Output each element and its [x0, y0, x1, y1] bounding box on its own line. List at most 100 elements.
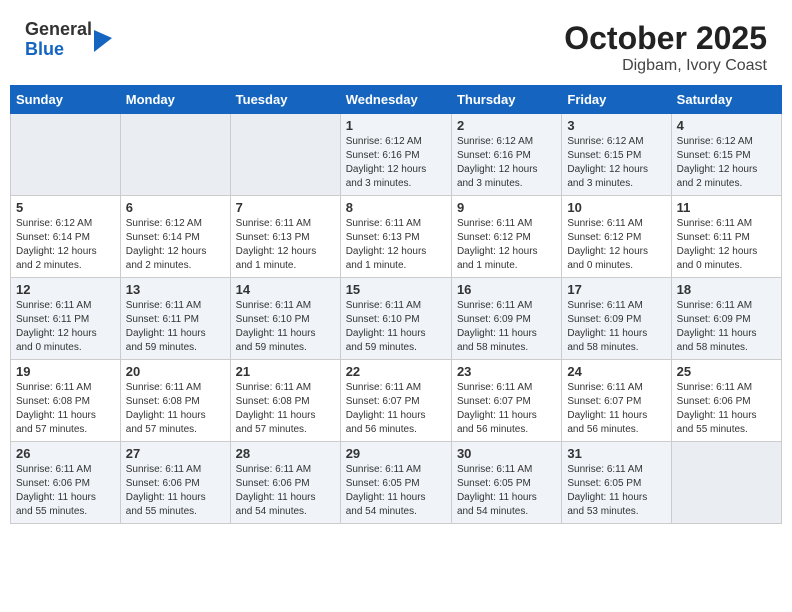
- day-number: 15: [346, 282, 446, 297]
- day-number: 23: [457, 364, 556, 379]
- day-info: Sunrise: 6:11 AM Sunset: 6:07 PM Dayligh…: [346, 381, 446, 437]
- calendar-week-row: 12 Sunrise: 6:11 AM Sunset: 6:11 PM Dayli…: [11, 278, 782, 360]
- calendar-day-cell: 22 Sunrise: 6:11 AM Sunset: 6:07 PM Dayli…: [340, 360, 451, 442]
- calendar-day-cell: 2Sunrise: 6:12 AM Sunset: 6:16 PM Daylig…: [451, 114, 561, 196]
- calendar-day-cell: 8Sunrise: 6:11 AM Sunset: 6:13 PM Daylig…: [340, 196, 451, 278]
- logo-text: General Blue: [25, 20, 92, 60]
- calendar-day-cell: 29 Sunrise: 6:11 AM Sunset: 6:05 PM Dayli…: [340, 442, 451, 524]
- day-info: Sunrise: 6:12 AM Sunset: 6:15 PM Dayligh…: [677, 135, 776, 191]
- weekday-header-monday: Monday: [120, 86, 230, 114]
- logo-blue: Blue: [25, 40, 92, 60]
- day-number: 12: [16, 282, 115, 297]
- weekday-header-friday: Friday: [562, 86, 671, 114]
- calendar-day-cell: 9Sunrise: 6:11 AM Sunset: 6:12 PM Daylig…: [451, 196, 561, 278]
- day-info: Sunrise: 6:11 AM Sunset: 6:08 PM Dayligh…: [126, 381, 225, 437]
- day-number: 13: [126, 282, 225, 297]
- weekday-header-wednesday: Wednesday: [340, 86, 451, 114]
- logo: General Blue: [25, 20, 112, 60]
- day-info: Sunrise: 6:11 AM Sunset: 6:09 PM Dayligh…: [677, 299, 776, 355]
- title-block: October 2025 Digbam, Ivory Coast: [564, 20, 767, 75]
- day-number: 3: [567, 118, 665, 133]
- day-info: Sunrise: 6:11 AM Sunset: 6:08 PM Dayligh…: [236, 381, 335, 437]
- calendar-day-cell: 5Sunrise: 6:12 AM Sunset: 6:14 PM Daylig…: [11, 196, 121, 278]
- calendar-day-cell: [230, 114, 340, 196]
- day-number: 27: [126, 446, 225, 461]
- day-number: 8: [346, 200, 446, 215]
- day-info: Sunrise: 6:11 AM Sunset: 6:10 PM Dayligh…: [346, 299, 446, 355]
- calendar-day-cell: [11, 114, 121, 196]
- day-number: 20: [126, 364, 225, 379]
- day-number: 5: [16, 200, 115, 215]
- day-info: Sunrise: 6:11 AM Sunset: 6:08 PM Dayligh…: [16, 381, 115, 437]
- weekday-header-row: SundayMondayTuesdayWednesdayThursdayFrid…: [11, 86, 782, 114]
- day-number: 22: [346, 364, 446, 379]
- calendar-table: SundayMondayTuesdayWednesdayThursdayFrid…: [10, 85, 782, 524]
- day-info: Sunrise: 6:11 AM Sunset: 6:06 PM Dayligh…: [236, 463, 335, 519]
- day-number: 21: [236, 364, 335, 379]
- day-number: 10: [567, 200, 665, 215]
- calendar-day-cell: 1 Sunrise: 6:12 AM Sunset: 6:16 PM Daylig…: [340, 114, 451, 196]
- calendar-day-cell: 25 Sunrise: 6:11 AM Sunset: 6:06 PM Dayli…: [671, 360, 781, 442]
- day-number: 19: [16, 364, 115, 379]
- calendar-day-cell: [120, 114, 230, 196]
- day-info: Sunrise: 6:12 AM Sunset: 6:16 PM Dayligh…: [346, 135, 446, 191]
- month-year-title: October 2025: [564, 20, 767, 57]
- day-number: 16: [457, 282, 556, 297]
- day-number: 31: [567, 446, 665, 461]
- calendar-day-cell: 20 Sunrise: 6:11 AM Sunset: 6:08 PM Dayli…: [120, 360, 230, 442]
- day-number: 7: [236, 200, 335, 215]
- calendar-day-cell: 12Sunrise: 6:11 AM Sunset: 6:11 PM Dayli…: [11, 278, 121, 360]
- day-info: Sunrise: 6:11 AM Sunset: 6:05 PM Dayligh…: [346, 463, 446, 519]
- day-number: 30: [457, 446, 556, 461]
- day-number: 4: [677, 118, 776, 133]
- calendar-day-cell: 31 Sunrise: 6:11 AM Sunset: 6:05 PM Dayli…: [562, 442, 671, 524]
- day-info: Sunrise: 6:11 AM Sunset: 6:10 PM Dayligh…: [236, 299, 335, 355]
- day-info: Sunrise: 6:11 AM Sunset: 6:09 PM Dayligh…: [567, 299, 665, 355]
- day-number: 18: [677, 282, 776, 297]
- calendar-day-cell: 4 Sunrise: 6:12 AM Sunset: 6:15 PM Daylig…: [671, 114, 781, 196]
- day-info: Sunrise: 6:11 AM Sunset: 6:07 PM Dayligh…: [457, 381, 556, 437]
- day-info: Sunrise: 6:11 AM Sunset: 6:12 PM Dayligh…: [457, 217, 556, 273]
- calendar-week-row: 19 Sunrise: 6:11 AM Sunset: 6:08 PM Dayli…: [11, 360, 782, 442]
- day-info: Sunrise: 6:12 AM Sunset: 6:15 PM Dayligh…: [567, 135, 665, 191]
- calendar-day-cell: [671, 442, 781, 524]
- day-info: Sunrise: 6:12 AM Sunset: 6:16 PM Dayligh…: [457, 135, 556, 191]
- location-subtitle: Digbam, Ivory Coast: [564, 57, 767, 75]
- calendar-week-row: 26 Sunrise: 6:11 AM Sunset: 6:06 PM Dayli…: [11, 442, 782, 524]
- calendar-week-row: 1 Sunrise: 6:12 AM Sunset: 6:16 PM Daylig…: [11, 114, 782, 196]
- day-number: 26: [16, 446, 115, 461]
- day-number: 14: [236, 282, 335, 297]
- day-number: 1: [346, 118, 446, 133]
- calendar-day-cell: 30 Sunrise: 6:11 AM Sunset: 6:05 PM Dayli…: [451, 442, 561, 524]
- day-number: 25: [677, 364, 776, 379]
- calendar-day-cell: 27 Sunrise: 6:11 AM Sunset: 6:06 PM Dayli…: [120, 442, 230, 524]
- weekday-header-tuesday: Tuesday: [230, 86, 340, 114]
- day-number: 29: [346, 446, 446, 461]
- day-info: Sunrise: 6:11 AM Sunset: 6:07 PM Dayligh…: [567, 381, 665, 437]
- calendar-week-row: 5 Sunrise: 6:12 AM Sunset: 6:14 PM Daylig…: [11, 196, 782, 278]
- page-header: General Blue October 2025 Digbam, Ivory …: [10, 10, 782, 80]
- calendar-day-cell: 14 Sunrise: 6:11 AM Sunset: 6:10 PM Dayli…: [230, 278, 340, 360]
- day-info: Sunrise: 6:11 AM Sunset: 6:12 PM Dayligh…: [567, 217, 665, 273]
- calendar-day-cell: 13 Sunrise: 6:11 AM Sunset: 6:11 PM Dayli…: [120, 278, 230, 360]
- logo-icon: [94, 30, 112, 52]
- calendar-day-cell: 10 Sunrise: 6:11 AM Sunset: 6:12 PM Dayli…: [562, 196, 671, 278]
- calendar-day-cell: 11Sunrise: 6:11 AM Sunset: 6:11 PM Dayli…: [671, 196, 781, 278]
- day-info: Sunrise: 6:12 AM Sunset: 6:14 PM Dayligh…: [126, 217, 225, 273]
- day-number: 28: [236, 446, 335, 461]
- calendar-day-cell: 23 Sunrise: 6:11 AM Sunset: 6:07 PM Dayli…: [451, 360, 561, 442]
- day-info: Sunrise: 6:11 AM Sunset: 6:06 PM Dayligh…: [677, 381, 776, 437]
- day-info: Sunrise: 6:11 AM Sunset: 6:09 PM Dayligh…: [457, 299, 556, 355]
- day-info: Sunrise: 6:11 AM Sunset: 6:05 PM Dayligh…: [567, 463, 665, 519]
- calendar-day-cell: 15 Sunrise: 6:11 AM Sunset: 6:10 PM Dayli…: [340, 278, 451, 360]
- weekday-header-thursday: Thursday: [451, 86, 561, 114]
- calendar-day-cell: 7Sunrise: 6:11 AM Sunset: 6:13 PM Daylig…: [230, 196, 340, 278]
- calendar-day-cell: 3 Sunrise: 6:12 AM Sunset: 6:15 PM Daylig…: [562, 114, 671, 196]
- calendar-day-cell: 24Sunrise: 6:11 AM Sunset: 6:07 PM Dayli…: [562, 360, 671, 442]
- day-number: 6: [126, 200, 225, 215]
- day-info: Sunrise: 6:11 AM Sunset: 6:11 PM Dayligh…: [126, 299, 225, 355]
- day-info: Sunrise: 6:11 AM Sunset: 6:05 PM Dayligh…: [457, 463, 556, 519]
- logo-general: General: [25, 20, 92, 40]
- calendar-day-cell: 19 Sunrise: 6:11 AM Sunset: 6:08 PM Dayli…: [11, 360, 121, 442]
- day-info: Sunrise: 6:11 AM Sunset: 6:06 PM Dayligh…: [126, 463, 225, 519]
